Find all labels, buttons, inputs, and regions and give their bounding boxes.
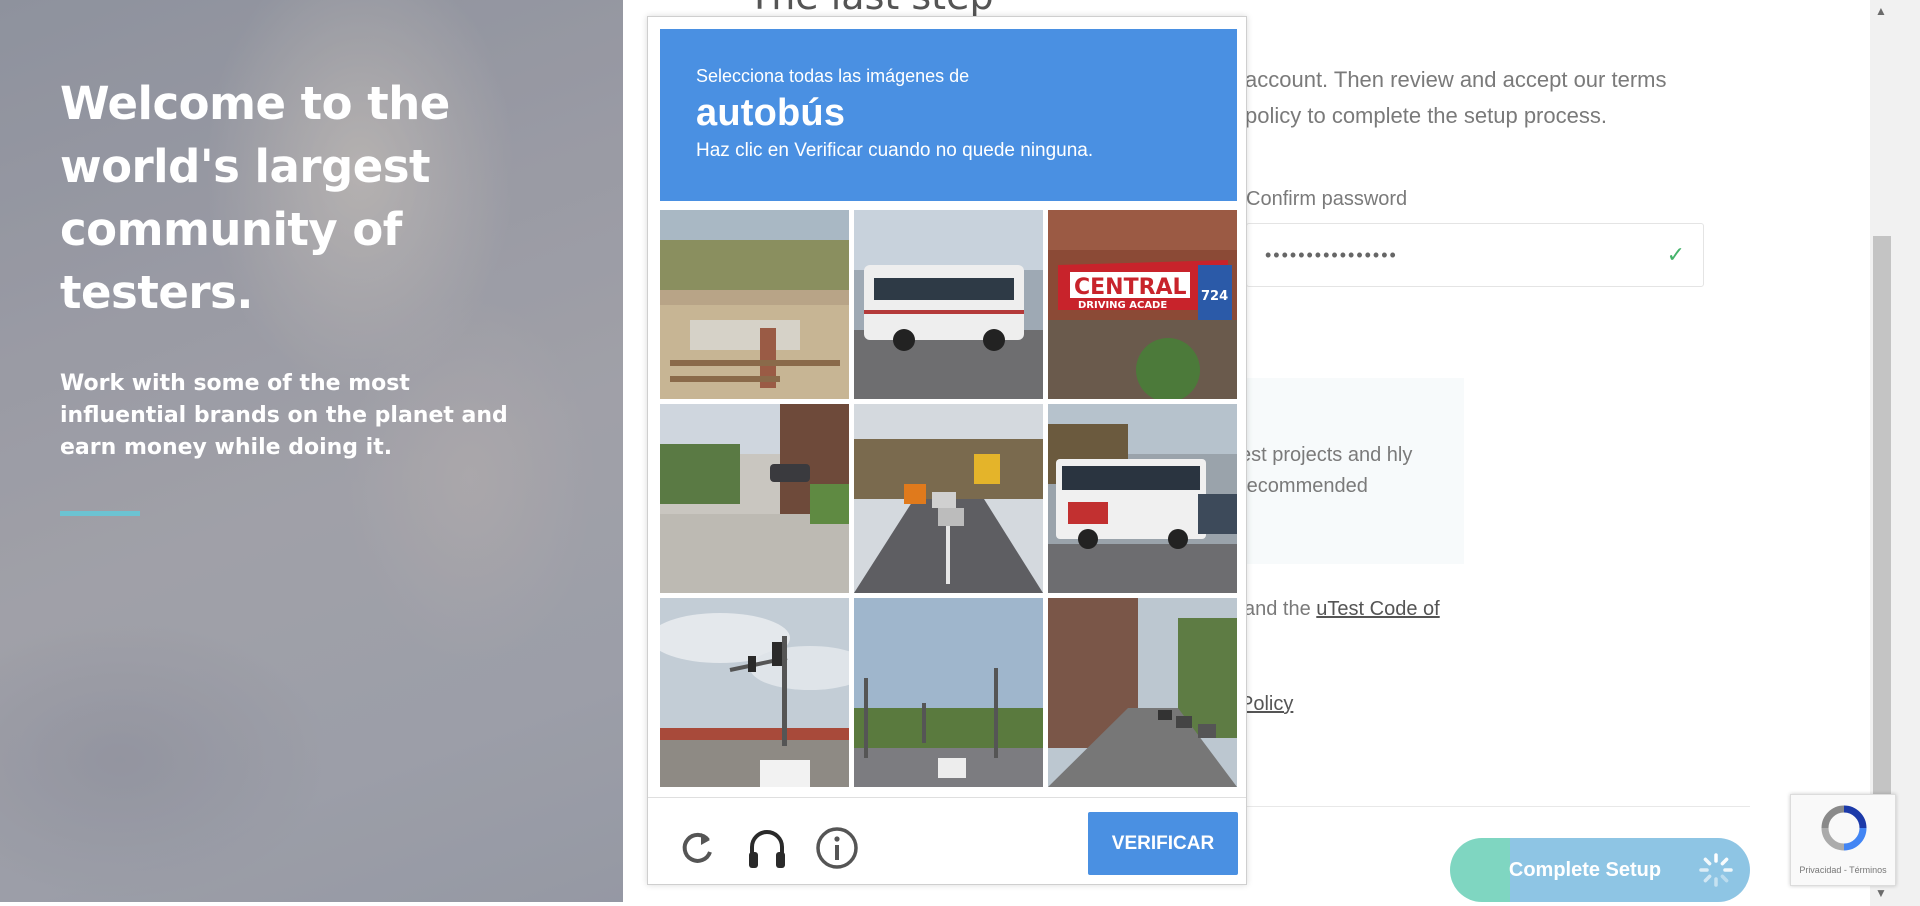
challenge-instruction: Selecciona todas las imágenes de xyxy=(696,66,970,86)
complete-setup-button[interactable]: Complete Setup xyxy=(1450,838,1750,902)
confirm-password-field[interactable]: •••••••••••••••• ✓ xyxy=(1246,223,1704,287)
image-tile-6[interactable] xyxy=(1048,404,1237,593)
info-icon[interactable] xyxy=(814,825,860,871)
loading-spinner-icon xyxy=(1699,853,1733,887)
storefront-sign-sub: DRIVING ACADE xyxy=(1078,300,1167,311)
image-tile-3[interactable]: CENTRAL DRIVING ACADE 724 xyxy=(1048,210,1237,399)
reload-icon[interactable] xyxy=(674,825,720,871)
verify-button[interactable]: VERIFICAR xyxy=(1088,812,1238,875)
complete-setup-label: Complete Setup xyxy=(1508,858,1662,881)
storefront-sign: CENTRAL xyxy=(1074,275,1187,300)
intro-text: account. Then review and accept our term… xyxy=(1245,67,1667,128)
hero-panel: Welcome to the world's largest community… xyxy=(0,0,623,902)
image-tile-9[interactable] xyxy=(1048,598,1237,787)
challenge-footer-divider xyxy=(648,797,1246,798)
check-icon: ✓ xyxy=(1666,242,1685,267)
storefront-number: 724 xyxy=(1201,289,1228,304)
image-tile-8[interactable] xyxy=(854,598,1043,787)
challenge-header: Selecciona todas las imágenes de autobús… xyxy=(660,29,1237,201)
image-tile-5[interactable] xyxy=(854,404,1043,593)
scroll-up-arrow-icon[interactable]: ▲ xyxy=(1875,4,1887,18)
image-tile-1[interactable] xyxy=(660,210,849,399)
hero-title: Welcome to the world's largest community… xyxy=(60,77,450,319)
image-tile-7[interactable] xyxy=(660,598,849,787)
recaptcha-challenge: Selecciona todas las imágenes de autobús… xyxy=(647,16,1247,885)
terms-text: and the uTest Code of xyxy=(1244,598,1440,621)
code-of-conduct-link[interactable]: uTest Code of xyxy=(1316,598,1439,620)
confirm-password-label: Confirm password xyxy=(1246,188,1408,210)
challenge-hint: Haz clic en Verificar cuando no quede ni… xyxy=(696,140,1094,161)
image-tile-4[interactable] xyxy=(660,404,849,593)
hero-subtitle: Work with some of the most influential b… xyxy=(60,371,508,460)
image-grid: CENTRAL DRIVING ACADE 724 xyxy=(660,210,1237,788)
privacy-policy-link[interactable]: Policy xyxy=(1240,693,1293,716)
terms-prefix: and the xyxy=(1244,598,1317,620)
divider xyxy=(1240,806,1750,807)
headphones-icon[interactable] xyxy=(744,825,790,871)
confirm-password-value: •••••••••••••••• xyxy=(1265,244,1398,265)
scrollbar-thumb[interactable] xyxy=(1873,236,1891,866)
challenge-target: autobús xyxy=(696,92,846,134)
recaptcha-badge-links[interactable]: Privacidad - Términos xyxy=(1791,865,1895,875)
info-text: est projects and hly recommended xyxy=(1240,444,1413,497)
image-tile-2[interactable] xyxy=(854,210,1043,399)
scroll-down-arrow-icon[interactable]: ▼ xyxy=(1875,886,1887,900)
recaptcha-badge[interactable]: Privacidad - Términos xyxy=(1790,794,1896,886)
hero-accent-rule xyxy=(60,511,140,516)
recaptcha-logo-icon xyxy=(1821,805,1867,851)
